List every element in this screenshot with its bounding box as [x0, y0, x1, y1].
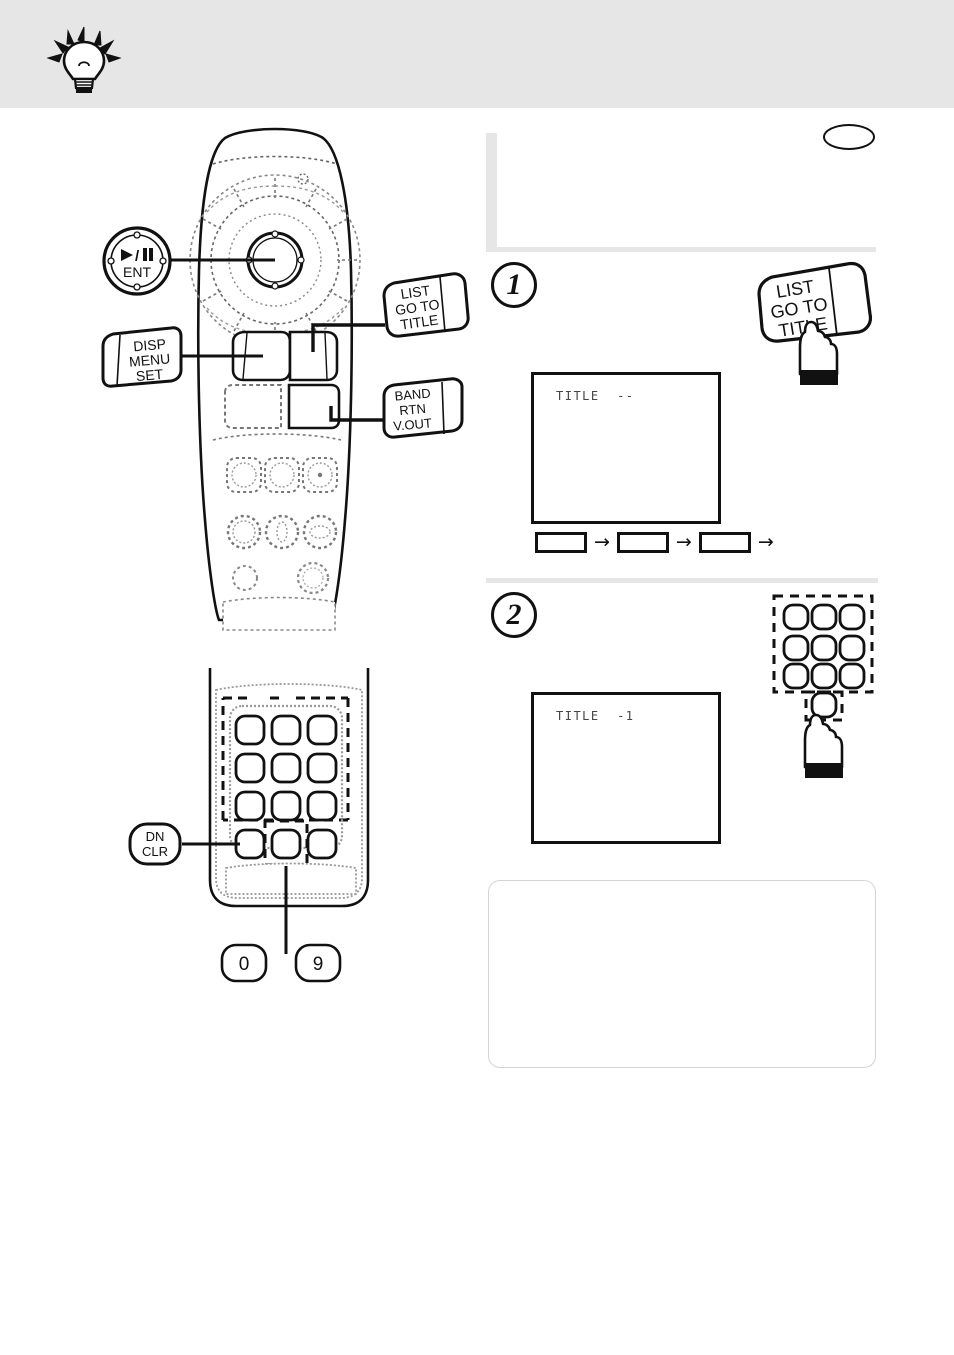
status-badge: [823, 124, 875, 150]
tv-screen-step-2: TITLE -1: [531, 692, 721, 844]
step-1: 1 LIST GO TO TITLE TITLE -- → → →: [486, 261, 878, 572]
callout-band-rtn-vout: BAND RTN V.OUT: [380, 377, 466, 439]
sequence-box-1: [535, 532, 587, 553]
note-text: [489, 881, 875, 917]
remote-control-lower-illustration: DN CLR 0 9: [120, 640, 410, 1000]
callout-key-zero: 0: [220, 943, 268, 983]
step-2-keypad-graphic[interactable]: [770, 592, 878, 787]
step-2: 2 TITLE -1: [486, 592, 878, 862]
step-separator-rule: [486, 578, 878, 583]
callout-list-go-to-title: LIST GO TO TITLE: [380, 272, 472, 338]
sequence-arrow-3: →: [757, 531, 774, 553]
sequence-box-3: [698, 532, 751, 553]
step-1-button-graphic[interactable]: LIST GO TO TITLE: [751, 261, 877, 388]
callout-dn-clr: DN CLR: [128, 822, 182, 866]
manual-page: / ENT ENT DISP MENU SET: [0, 0, 954, 1355]
svg-text:0: 0: [239, 954, 250, 975]
lightbulb-icon: [40, 22, 130, 94]
svg-text:DN: DN: [146, 829, 165, 844]
svg-text:BAND: BAND: [394, 385, 431, 403]
intro-side-bar: [486, 133, 497, 247]
step-1-number: 1: [491, 262, 537, 308]
svg-text:9: 9: [313, 954, 324, 975]
svg-text:SET: SET: [135, 366, 164, 384]
step-2-number: 2: [491, 592, 537, 638]
sequence-arrow-1: →: [594, 531, 610, 553]
step-1-sequence-row: → → →: [535, 532, 774, 553]
intro-block: [486, 133, 876, 252]
callout-play-pause-ent: / ENT ENT: [102, 226, 172, 296]
tv-screen-step-2-text: TITLE -1: [556, 709, 635, 723]
svg-text:ENT: ENT: [123, 264, 151, 280]
svg-text:CLR: CLR: [142, 844, 168, 859]
sequence-arrow-2: →: [675, 531, 692, 553]
note-box: [488, 880, 876, 1068]
tv-screen-step-1-text: TITLE --: [556, 389, 635, 403]
remote-control-upper-illustration: / ENT ENT DISP MENU SET: [95, 120, 475, 640]
page-header-band: [0, 0, 954, 108]
callout-disp-menu-set: DISP MENU SET: [99, 326, 185, 388]
intro-bottom-rule: [486, 247, 876, 252]
sequence-box-2: [616, 532, 669, 553]
tv-screen-step-1: TITLE --: [531, 372, 721, 524]
callout-key-nine: 9: [294, 943, 342, 983]
